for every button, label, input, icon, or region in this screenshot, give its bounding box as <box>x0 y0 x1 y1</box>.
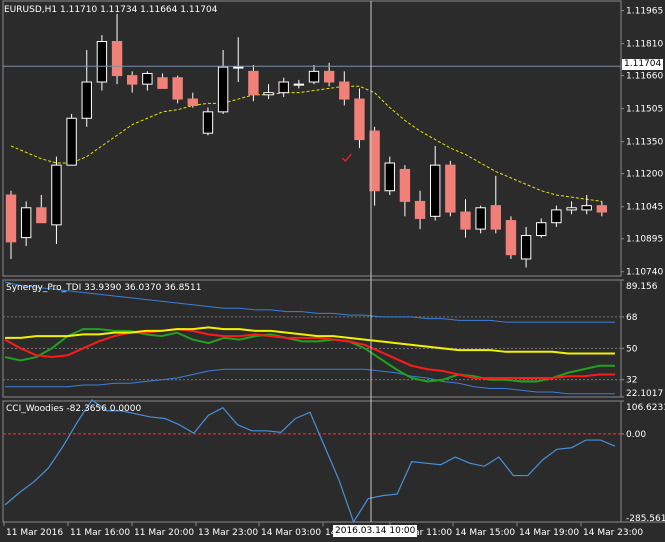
candle-bear <box>460 211 471 230</box>
candle-bull <box>278 81 289 94</box>
time-tick-label: 11 Mar 20:00 <box>134 528 194 538</box>
candle-bear <box>339 81 350 100</box>
candle-bear <box>248 70 259 96</box>
candle-bear <box>127 75 138 85</box>
tdi-indicator-values: 33.9390 36.0370 36.8511 <box>84 283 202 293</box>
price-tick-label: 1.11045 <box>626 203 663 213</box>
candle-bull <box>142 72 153 85</box>
candle-bull <box>308 70 320 83</box>
candle-bear <box>354 98 365 141</box>
price-tick-label: 1.11810 <box>626 40 663 50</box>
candle-bear <box>445 164 456 213</box>
candle-bear <box>505 220 517 256</box>
time-tick-label: 11 Mar 16:00 <box>70 528 130 538</box>
cci-tick-label: 0.00 <box>626 430 646 440</box>
candle-bull <box>66 117 77 166</box>
candle-bull <box>217 66 229 113</box>
cci-tick-label: 106.6231 <box>626 403 665 413</box>
candle-bull <box>430 164 441 217</box>
time-tick-label: 14 Mar 15:00 <box>455 528 515 538</box>
price-tick-label: 1.11350 <box>626 138 663 148</box>
candle-bull <box>581 205 592 211</box>
candle-bull <box>263 92 274 96</box>
tdi-tick-label: 89.156 <box>626 282 658 292</box>
price-tick-label: 1.10895 <box>626 235 663 245</box>
time-tick-label: 14 Mar 19:00 <box>519 528 579 538</box>
symbol-timeframe: EURUSD,H1 <box>4 5 58 15</box>
candle-bull <box>551 209 562 224</box>
price-tick-label: 1.11200 <box>626 170 663 180</box>
candle-bull <box>520 234 532 260</box>
candle-bear <box>157 77 168 89</box>
ohlc-values: 1.11710 1.11734 1.11664 1.11704 <box>60 5 218 15</box>
tdi-tick-label: 22.1017 <box>626 389 663 399</box>
time-tick-label: 14 Mar 23:00 <box>583 528 643 538</box>
time-tick-label: 11 Mar 2016 <box>6 528 63 538</box>
current-price-label: 1.11704 <box>622 59 664 70</box>
candle-bull <box>293 83 305 86</box>
candle-bear <box>414 200 426 219</box>
candle-bull <box>384 162 395 192</box>
cci-line <box>4 399 616 524</box>
chart-canvas[interactable]: 1.11965 1.11810 1.11660 1.11505 1.11350 1.112… <box>0 0 665 542</box>
candle-bear <box>490 205 501 230</box>
main-pane-frame <box>2 0 622 277</box>
crosshair-time-label: 2016.03.14 10:00 <box>333 525 418 537</box>
main-chart-header: EURUSD,H1 1.11710 1.11734 1.11664 1.1170… <box>4 5 217 15</box>
tdi-tick-label: 32 <box>626 376 637 386</box>
candle-bear <box>323 70 335 83</box>
candle-bear <box>36 207 47 224</box>
candle-bull <box>566 207 577 211</box>
candle-bull <box>81 81 92 119</box>
candle-bear <box>596 205 608 213</box>
candle-bull <box>51 164 62 226</box>
cci-pane-frame <box>2 400 622 523</box>
candle-bear <box>187 98 198 106</box>
checkmark-icon <box>341 153 352 163</box>
candle-bull <box>20 207 32 239</box>
price-tick-label: 1.11660 <box>626 72 663 82</box>
candle-bear <box>172 77 183 100</box>
time-tick-label: 13 Mar 23:00 <box>198 528 258 538</box>
tdi-tick-label: 50 <box>626 344 638 354</box>
moving-average-line <box>10 85 602 202</box>
candle-bull <box>96 41 108 83</box>
time-tick-label: 14 Mar 03:00 <box>261 528 321 538</box>
price-tick-label: 1.11505 <box>626 105 663 115</box>
tdi-indicator-header: Synergy_Pro_TDI 33.9390 36.0370 36.8511 <box>6 283 201 293</box>
price-tick-label: 1.11965 <box>626 7 663 17</box>
candle-bear <box>399 168 411 202</box>
candle-bull <box>202 111 214 134</box>
cci-indicator-name: CCI_Woodies <box>6 404 64 414</box>
price-tick-label: 1.10740 <box>626 268 663 278</box>
candle-bull <box>233 66 244 69</box>
cci-indicator-header: CCI_Woodies -82.3656 0.0000 <box>6 404 141 414</box>
candle-bear <box>111 41 123 77</box>
tdi-indicator-name: Synergy_Pro_TDI <box>6 283 82 293</box>
candle-bull <box>536 222 547 236</box>
tdi-tick-label: 68 <box>626 313 638 323</box>
cci-indicator-values: -82.3656 0.0000 <box>66 404 142 414</box>
cci-tick-label: -285.5616 <box>626 514 665 524</box>
candle-bull <box>475 207 486 230</box>
candle-bear <box>5 194 17 243</box>
tdi-red-line <box>4 328 615 379</box>
